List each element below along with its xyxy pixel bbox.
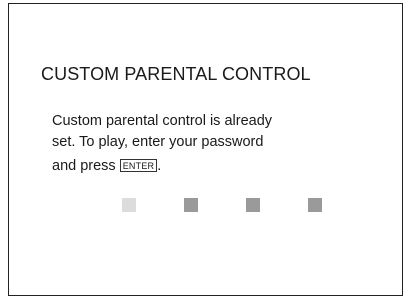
password-digit-3[interactable] bbox=[246, 198, 260, 212]
password-digit-4[interactable] bbox=[308, 198, 322, 212]
dialog-title: CUSTOM PARENTAL CONTROL bbox=[41, 64, 311, 84]
onscreen-display: CUSTOM PARENTAL CONTROL Custom parental … bbox=[8, 3, 403, 296]
password-digit-2[interactable] bbox=[184, 198, 198, 212]
enter-key-icon: ENTER bbox=[119, 159, 158, 172]
message-line-1: Custom parental control is already bbox=[52, 113, 273, 129]
message-line-2: set. To play, enter your password bbox=[52, 134, 264, 150]
message-line-3-suffix: . bbox=[157, 158, 162, 174]
message-line-3-prefix: and press bbox=[52, 158, 120, 174]
message-line-3: and press ENTER. bbox=[52, 158, 161, 174]
password-digit-1[interactable] bbox=[122, 198, 136, 212]
